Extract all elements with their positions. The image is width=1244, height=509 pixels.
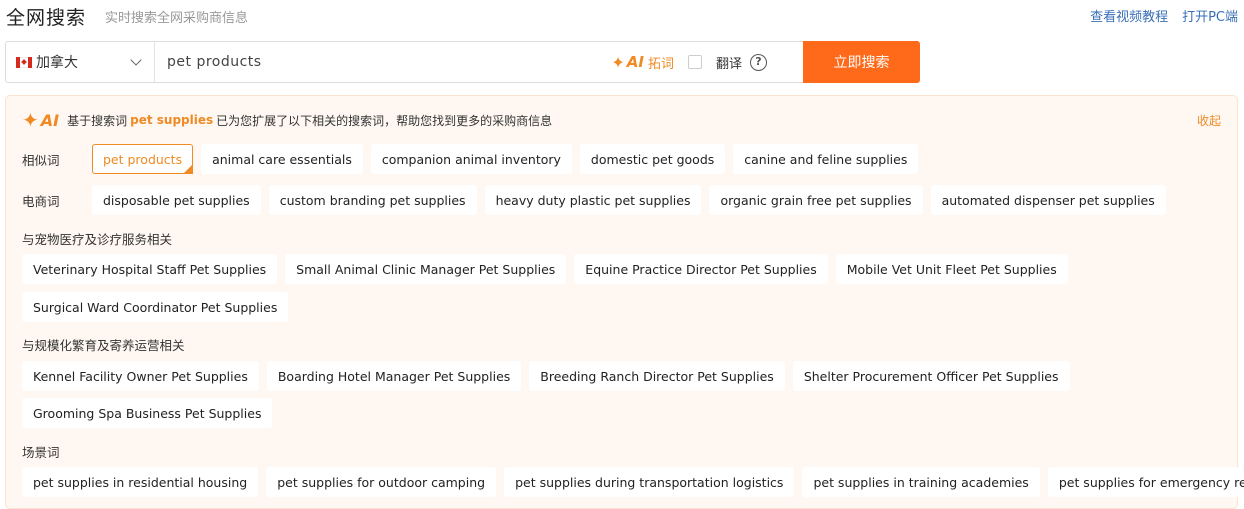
chevron-down-icon [130,54,142,66]
medical-chips: Veterinary Hospital Staff Pet Supplies S… [22,254,1068,284]
keyword-chip[interactable]: Kennel Facility Owner Pet Supplies [22,361,259,391]
ai-expand-toggle[interactable]: ✦ AI 拓词 [611,42,674,82]
ai-badge: AI [40,110,60,130]
country-name: 加拿大 [36,55,78,71]
keyword-chip[interactable]: Breeding Ranch Director Pet Supplies [529,361,785,391]
video-tutorial-link[interactable]: 查看视频教程 [1090,6,1168,25]
keyword-chip[interactable]: heavy duty plastic pet supplies [484,185,702,215]
keyword-chip[interactable]: canine and feline supplies [733,144,919,174]
keyword-chip[interactable]: pet supplies in training academies [802,467,1040,497]
similar-label: 相似词 [22,152,60,168]
open-pc-link[interactable]: 打开PC端 [1182,6,1238,25]
breeding-section-label: 与规模化繁育及寄养运营相关 [22,338,185,353]
keyword-chip[interactable]: Boarding Hotel Manager Pet Supplies [266,361,522,391]
scenario-chips: pet supplies in residential housing pet … [22,467,1244,497]
keyword-chip[interactable]: pet supplies in residential housing [22,467,259,497]
help-icon[interactable]: ? [750,53,767,71]
keyword-chip[interactable]: pet products [92,144,194,174]
translate-option: 翻译 ? [687,42,767,82]
ecommerce-label: 电商词 [22,193,60,209]
ai-badge: AI [626,53,644,71]
page-subtitle: 实时搜索全网采购商信息 [105,11,249,26]
keyword-chip[interactable]: pet supplies for outdoor camping [266,467,497,497]
medical-section-label: 与宠物医疗及诊疗服务相关 [22,232,173,247]
page-title: 全网搜索 [6,7,87,29]
keyword-chip[interactable]: organic grain free pet supplies [709,185,923,215]
search-input[interactable] [155,42,612,82]
page-header: 全网搜索 实时搜索全网采购商信息 查看视频教程 打开PC端 [0,0,1244,34]
keyword-chip[interactable]: Grooming Spa Business Pet Supplies [22,398,273,428]
country-select[interactable]: 加拿大 [6,42,155,82]
keyword-chip[interactable]: Small Animal Clinic Manager Pet Supplies [285,254,567,284]
panel-desc-prefix: 基于搜索词 [67,113,128,128]
ecommerce-row: 电商词 disposable pet supplies custom brand… [22,185,1166,215]
keyword-chip[interactable]: Surgical Ward Coordinator Pet Supplies [22,292,289,322]
panel-keyword: pet supplies [130,113,214,127]
collapse-button[interactable]: 收起 [1197,112,1221,129]
sparkle-icon: ✦ [611,52,625,72]
ecommerce-chips: disposable pet supplies custom branding … [92,185,1166,215]
search-button[interactable]: 立即搜索 [803,41,920,83]
similar-chips: pet products animal care essentials comp… [92,144,919,174]
keyword-chip[interactable]: animal care essentials [201,144,363,174]
panel-header: ✦ AI 基于搜索词 pet supplies 已为您扩展了以下相关的搜索词，帮… [22,108,552,132]
keyword-chip[interactable]: companion animal inventory [370,144,572,174]
header-links: 查看视频教程 打开PC端 [1090,6,1238,25]
scenario-section-label: 场景词 [22,445,60,460]
panel-desc-suffix: 已为您扩展了以下相关的搜索词，帮助您找到更多的采购商信息 [216,113,553,128]
breeding-chips: Kennel Facility Owner Pet Supplies Board… [22,361,1070,391]
translate-label: 翻译 [715,56,742,72]
keyword-chip[interactable]: Equine Practice Director Pet Supplies [574,254,828,284]
keyword-chip[interactable]: pet supplies during transportation logis… [504,467,795,497]
keyword-chip[interactable]: Shelter Procurement Officer Pet Supplies [792,361,1070,391]
breeding-chips-row2: Grooming Spa Business Pet Supplies [22,398,273,428]
keyword-chip[interactable]: automated dispenser pet supplies [930,185,1166,215]
keyword-chip[interactable]: Mobile Vet Unit Fleet Pet Supplies [835,254,1068,284]
translate-checkbox[interactable] [687,55,702,69]
medical-chips-row2: Surgical Ward Coordinator Pet Supplies [22,292,289,322]
ai-expansion-panel: ✦ AI 基于搜索词 pet supplies 已为您扩展了以下相关的搜索词，帮… [5,95,1244,509]
canada-flag-icon [16,56,32,68]
keyword-chip[interactable]: disposable pet supplies [92,185,261,215]
keyword-chip[interactable]: custom branding pet supplies [268,185,477,215]
keyword-chip[interactable]: Veterinary Hospital Staff Pet Supplies [22,254,278,284]
ai-expand-label: 拓词 [647,56,674,72]
keyword-chip[interactable]: pet supplies for emergency response [1047,467,1244,497]
sparkle-icon: ✦ [22,108,39,132]
search-bar: 加拿大 ✦ AI 拓词 翻译 ? 立即搜索 [5,41,920,83]
keyword-chip[interactable]: domestic pet goods [579,144,726,174]
similar-row: 相似词 pet products animal care essentials … [22,144,919,174]
